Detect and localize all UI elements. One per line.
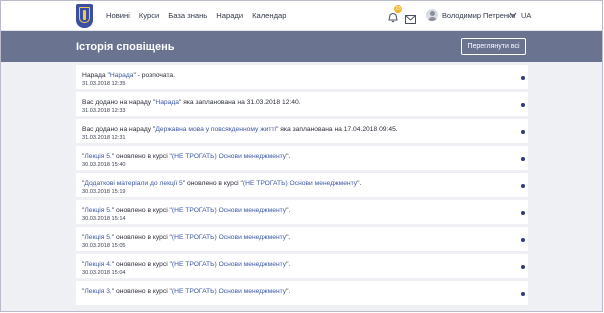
envelope-glyph (405, 15, 416, 24)
nav-item-meetings[interactable]: Наради (216, 11, 243, 20)
unread-dot-icon[interactable] (521, 184, 525, 188)
notification-text-fragment: ". (286, 207, 291, 214)
notification-text: "Лекція 5." оновлено в курсі "(НЕ ТРОГАТ… (82, 152, 522, 161)
notification-text-fragment: " оновлено в курсі " (111, 261, 172, 268)
notification-date: 30.03.2018 15:04 (82, 270, 126, 276)
notification-link[interactable]: Лекція 3. (84, 288, 111, 295)
notification-link[interactable]: (НЕ ТРОГАТЬ) Основи менеджменту (172, 153, 286, 160)
notification-link[interactable]: (НЕ ТРОГАТЬ) Основи менеджменту (172, 207, 286, 214)
notification-text-fragment: Вас додано на нараду " (82, 126, 156, 133)
notification-link[interactable]: (НЕ ТРОГАТЬ) Основи менеджменту (172, 234, 286, 241)
notification-text-fragment: ". (286, 288, 291, 295)
notification-text: Вас додано на нараду "Державна мова у по… (82, 125, 522, 134)
notification-text: "Лекція 5." оновлено в курсі "(НЕ ТРОГАТ… (82, 206, 522, 215)
app-window: Новині Курси База знань Наради Календар … (0, 0, 603, 312)
notification-text-fragment: " оновлено в курсі " (111, 207, 172, 214)
avatar-head (430, 11, 435, 16)
scrollbar-track[interactable] (602, 1, 603, 312)
notification-link[interactable]: (НЕ ТРОГАТЬ) Основи менеджменту (172, 288, 286, 295)
notification-date: 31.03.2018 12:35 (82, 81, 126, 87)
notification-item[interactable]: Нарада "Нарада" - розпочата. 31.03.2018 1… (76, 65, 528, 89)
notification-text-fragment: " оновлено в курсі " (111, 153, 172, 160)
notification-text-fragment: ". (286, 234, 291, 241)
nav-item-knowledge-base[interactable]: База знань (168, 11, 207, 20)
notification-text-fragment: " - розпочата. (133, 72, 176, 79)
notification-text: "Лекція 3." оновлено в курсі "(НЕ ТРОГАТ… (82, 287, 522, 296)
notification-text-fragment: " оновлено в курсі " (182, 180, 243, 187)
notification-text-fragment: ". (286, 261, 291, 268)
notification-date: 30.03.2018 15:40 (82, 162, 126, 168)
avatar-body (428, 17, 437, 21)
avatar-icon[interactable] (426, 9, 438, 21)
main-menu: Новині Курси База знань Наради Календар (106, 11, 295, 20)
notification-item[interactable]: Вас додано на нараду "Державна мова у по… (76, 119, 528, 143)
notification-link[interactable]: Нарада (155, 99, 179, 106)
unread-dot-icon[interactable] (521, 238, 525, 242)
notification-text-fragment: Нарада " (82, 72, 110, 79)
unread-dot-icon[interactable] (521, 211, 525, 215)
nav-item-courses[interactable]: Курси (139, 11, 159, 20)
notification-text-fragment: " оновлено в курсі " (111, 234, 172, 241)
notification-link[interactable]: Додаткові матеріали до лекції 5 (84, 180, 182, 187)
notification-item[interactable]: "Лекція 4." оновлено в курсі "(НЕ ТРОГАТ… (76, 254, 528, 278)
unread-dot-icon[interactable] (521, 265, 525, 269)
unread-dot-icon[interactable] (521, 157, 525, 161)
notification-date: 30.03.2018 15:19 (82, 189, 126, 195)
user-name[interactable]: Володимир Петренко (442, 11, 515, 20)
notification-link[interactable]: Нарада (110, 72, 134, 79)
notification-link[interactable]: (НЕ ТРОГАТЬ) Основи менеджменту (172, 261, 286, 268)
notification-text-fragment: ". (286, 153, 291, 160)
notification-date: 30.03.2018 15:05 (82, 243, 126, 249)
notification-date: 31.03.2018 12:31 (82, 135, 126, 141)
notification-date: 30.03.2018 15:14 (82, 216, 126, 222)
notification-item[interactable]: "Лекція 5." оновлено в курсі "(НЕ ТРОГАТ… (76, 200, 528, 224)
notification-item[interactable]: "Лекція 5." оновлено в курсі "(НЕ ТРОГАТ… (76, 227, 528, 251)
notification-text: Нарада "Нарада" - розпочата. (82, 71, 522, 80)
notification-link[interactable]: Державна мова у повсякденному житті (155, 126, 276, 133)
notification-item[interactable]: Вас додано на нараду "Нарада" яка заплан… (76, 92, 528, 116)
unread-dot-icon[interactable] (521, 292, 525, 296)
notification-link[interactable]: Лекція 5. (84, 207, 111, 214)
bell-icon[interactable]: 23 (387, 5, 402, 23)
notification-link[interactable]: Лекція 4. (84, 261, 111, 268)
nav-item-calendar[interactable]: Календар (252, 11, 286, 20)
unread-dot-icon[interactable] (521, 130, 525, 134)
notification-list: Нарада "Нарада" - розпочата. 31.03.2018 1… (76, 65, 528, 308)
mark-all-read-button[interactable]: Переглянути всі (461, 38, 526, 55)
page-header-band: Історія сповіщень Переглянути всі (1, 31, 602, 62)
notification-text-fragment: " яка запланована на 17.04.2018 09:45. (276, 126, 398, 133)
notification-item[interactable]: "Додаткові матеріали до лекції 5" оновле… (76, 173, 528, 197)
notification-text-fragment: Вас додано на нараду " (82, 99, 156, 106)
logo-figure (83, 10, 86, 20)
kyiv-coat-of-arms-icon[interactable] (76, 4, 93, 28)
notification-link[interactable]: Лекція 5. (84, 153, 111, 160)
notification-text: Вас додано на нараду "Нарада" яка заплан… (82, 98, 522, 107)
notification-text-fragment: " яка запланована на 31.03.2018 12:40. (178, 99, 301, 106)
envelope-icon[interactable] (405, 11, 416, 24)
notification-text: "Лекція 4." оновлено в курсі "(НЕ ТРОГАТ… (82, 260, 522, 269)
unread-dot-icon[interactable] (521, 76, 525, 80)
notification-count-badge: 23 (394, 5, 402, 13)
nav-item-news[interactable]: Новині (106, 11, 130, 20)
top-navigation-bar: Новині Курси База знань Наради Календар … (1, 1, 602, 31)
notification-link[interactable]: Лекція 5. (84, 234, 111, 241)
page-title: Історія сповіщень (76, 41, 175, 53)
unread-dot-icon[interactable] (521, 103, 525, 107)
language-switcher[interactable]: UA (521, 11, 531, 20)
notification-text-fragment: " оновлено в курсі " (111, 288, 172, 295)
notification-item[interactable]: "Лекція 5." оновлено в курсі "(НЕ ТРОГАТ… (76, 146, 528, 170)
chevron-down-icon[interactable] (509, 12, 517, 18)
notification-item[interactable]: "Лекція 3." оновлено в курсі "(НЕ ТРОГАТ… (76, 281, 528, 305)
notification-link[interactable]: (НЕ ТРОГАТЬ) Основи менеджменту (243, 180, 357, 187)
notification-text: "Додаткові матеріали до лекції 5" оновле… (82, 179, 522, 188)
notification-text: "Лекція 5." оновлено в курсі "(НЕ ТРОГАТ… (82, 233, 522, 242)
notification-date: 31.03.2018 12:33 (82, 108, 126, 114)
notification-text-fragment: ". (357, 180, 362, 187)
